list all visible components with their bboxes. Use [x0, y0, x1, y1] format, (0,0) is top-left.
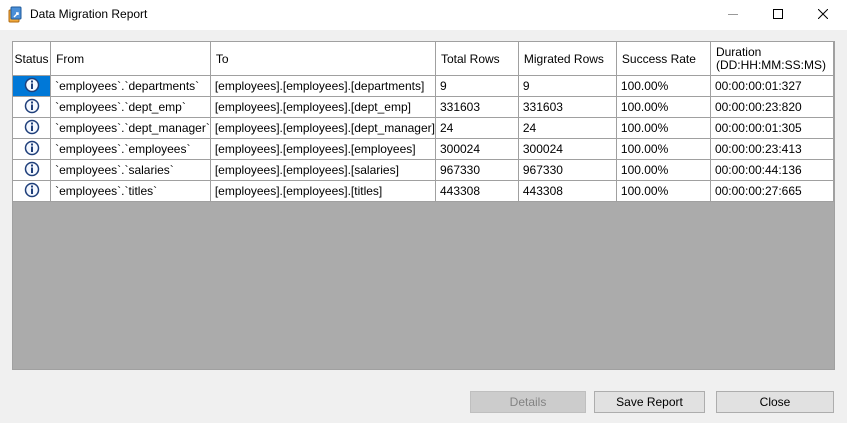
migrated-rows-cell[interactable]: 24 — [518, 117, 617, 139]
info-icon — [24, 98, 40, 117]
column-header-status[interactable]: Status — [13, 42, 52, 76]
table-row[interactable]: `employees`.`departments` [employees].[em… — [13, 75, 834, 97]
status-cell[interactable] — [13, 159, 52, 181]
from-cell[interactable]: `employees`.`dept_manager` — [50, 117, 211, 139]
close-button[interactable]: Close — [716, 391, 834, 413]
to-cell[interactable]: [employees].[employees].[employees] — [210, 138, 436, 160]
minimize-button[interactable] — [710, 0, 756, 30]
table-row[interactable]: `employees`.`employees` [employees].[empl… — [13, 138, 834, 160]
column-header-total-rows[interactable]: Total Rows — [435, 42, 519, 76]
maximize-icon — [773, 8, 783, 22]
duration-cell[interactable]: 00:00:00:01:327 — [710, 75, 834, 97]
maximize-button[interactable] — [755, 0, 801, 30]
total-rows-cell[interactable]: 9 — [435, 75, 519, 97]
report-table: Status From To Total Rows Migrated Rows … — [13, 42, 834, 202]
duration-header-format: (DD:HH:MM:SS:MS) — [715, 57, 826, 72]
column-header-to[interactable]: To — [210, 42, 436, 76]
title-bar: Data Migration Report — [0, 0, 847, 30]
success-rate-cell[interactable]: 100.00% — [616, 117, 711, 139]
success-rate-cell[interactable]: 100.00% — [616, 96, 711, 118]
column-header-success-rate[interactable]: Success Rate — [616, 42, 711, 76]
details-button[interactable]: Details — [470, 391, 586, 413]
table-row[interactable]: `employees`.`dept_manager` [employees].[e… — [13, 117, 834, 139]
duration-cell[interactable]: 00:00:00:01:305 — [710, 117, 834, 139]
total-rows-cell[interactable]: 24 — [435, 117, 519, 139]
column-header-migrated-rows[interactable]: Migrated Rows — [518, 42, 617, 76]
total-rows-cell[interactable]: 300024 — [435, 138, 519, 160]
migrated-rows-cell[interactable]: 9 — [518, 75, 617, 97]
success-rate-cell[interactable]: 100.00% — [616, 159, 711, 181]
migrated-rows-cell[interactable]: 443308 — [518, 180, 617, 202]
table-row[interactable]: `employees`.`salaries` [employees].[emplo… — [13, 159, 834, 181]
status-cell[interactable] — [13, 96, 52, 118]
header-row: Status From To Total Rows Migrated Rows … — [13, 42, 834, 76]
close-icon — [817, 8, 829, 22]
from-cell[interactable]: `employees`.`dept_emp` — [50, 96, 211, 118]
to-cell[interactable]: [employees].[employees].[salaries] — [210, 159, 436, 181]
total-rows-cell[interactable]: 443308 — [435, 180, 519, 202]
duration-cell[interactable]: 00:00:00:44:136 — [710, 159, 834, 181]
status-cell[interactable] — [13, 138, 52, 160]
duration-cell[interactable]: 00:00:00:27:665 — [710, 180, 834, 202]
migrated-rows-cell[interactable]: 967330 — [518, 159, 617, 181]
status-cell[interactable] — [13, 180, 52, 202]
to-cell[interactable]: [employees].[employees].[dept_manager] — [210, 117, 436, 139]
migrated-rows-cell[interactable]: 300024 — [518, 138, 617, 160]
info-icon — [24, 77, 40, 96]
minimize-icon — [728, 8, 738, 22]
save-report-button[interactable]: Save Report — [594, 391, 705, 413]
status-cell[interactable] — [13, 117, 52, 139]
table-row[interactable]: `employees`.`dept_emp` [employees].[emplo… — [13, 96, 834, 118]
from-cell[interactable]: `employees`.`departments` — [50, 75, 211, 97]
total-rows-cell[interactable]: 967330 — [435, 159, 519, 181]
column-header-duration[interactable]: Duration (DD:HH:MM:SS:MS) — [710, 42, 834, 76]
migration-report-grid[interactable]: Status From To Total Rows Migrated Rows … — [12, 41, 835, 370]
duration-cell[interactable]: 00:00:00:23:413 — [710, 138, 834, 160]
duration-header-label: Duration — [715, 44, 762, 59]
close-window-button[interactable] — [800, 0, 846, 30]
from-cell[interactable]: `employees`.`salaries` — [50, 159, 211, 181]
success-rate-cell[interactable]: 100.00% — [616, 180, 711, 202]
to-cell[interactable]: [employees].[employees].[dept_emp] — [210, 96, 436, 118]
from-cell[interactable]: `employees`.`titles` — [50, 180, 211, 202]
info-icon — [24, 140, 40, 159]
to-cell[interactable]: [employees].[employees].[departments] — [210, 75, 436, 97]
status-cell[interactable] — [13, 75, 52, 97]
info-icon — [24, 182, 40, 201]
migrated-rows-cell[interactable]: 331603 — [518, 96, 617, 118]
success-rate-cell[interactable]: 100.00% — [616, 75, 711, 97]
to-cell[interactable]: [employees].[employees].[titles] — [210, 180, 436, 202]
from-cell[interactable]: `employees`.`employees` — [50, 138, 211, 160]
migration-app-icon — [7, 6, 25, 24]
column-header-from[interactable]: From — [50, 42, 211, 76]
total-rows-cell[interactable]: 331603 — [435, 96, 519, 118]
info-icon — [24, 161, 40, 180]
table-row[interactable]: `employees`.`titles` [employees].[employe… — [13, 180, 834, 202]
duration-cell[interactable]: 00:00:00:23:820 — [710, 96, 834, 118]
info-icon — [24, 119, 40, 138]
window-title: Data Migration Report — [30, 7, 148, 21]
success-rate-cell[interactable]: 100.00% — [616, 138, 711, 160]
